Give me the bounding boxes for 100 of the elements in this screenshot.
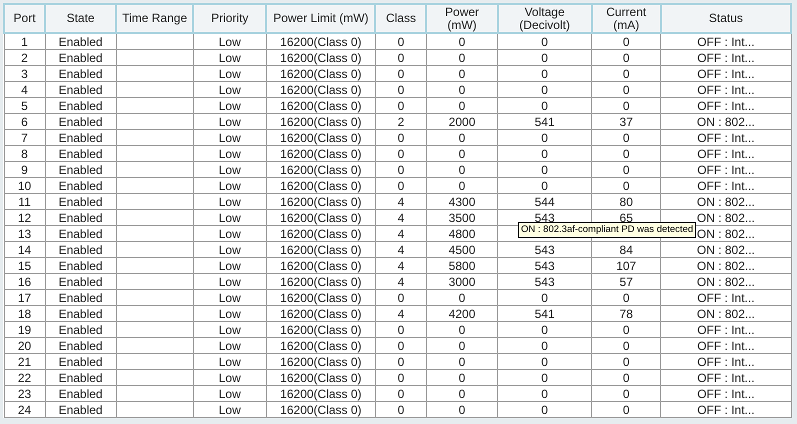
table-cell: 19	[4, 322, 46, 338]
table-cell: OFF : Int...	[660, 162, 791, 178]
table-cell: 16200(Class 0)	[266, 210, 376, 226]
table-cell: Enabled	[45, 162, 116, 178]
table-cell: 0	[592, 50, 661, 66]
table-cell: 16200(Class 0)	[266, 258, 376, 274]
table-cell: Enabled	[45, 402, 116, 418]
table-cell: 24	[4, 402, 46, 418]
table-cell: 0	[498, 338, 592, 354]
table-cell: 0	[592, 338, 661, 354]
table-cell: Low	[193, 50, 266, 66]
table-cell: 543	[498, 274, 592, 290]
table-cell: OFF : Int...	[660, 290, 791, 306]
table-cell: ON : 802...	[660, 242, 791, 258]
table-cell: Low	[193, 146, 266, 162]
table-cell: Enabled	[45, 354, 116, 370]
column-header: Current (mA)	[592, 4, 661, 33]
column-header: Class	[375, 4, 426, 33]
table-cell: 6	[4, 114, 46, 130]
table-cell: 0	[498, 386, 592, 402]
table-cell: Enabled	[45, 306, 116, 322]
table-cell: Low	[193, 178, 266, 194]
table-cell: 14	[4, 242, 46, 258]
table-cell: 15	[4, 258, 46, 274]
table-cell: Enabled	[45, 322, 116, 338]
column-header: Time Range	[116, 4, 194, 33]
table-cell: 4800	[426, 226, 498, 242]
table-cell: 0	[498, 162, 592, 178]
table-cell: OFF : Int...	[660, 130, 791, 146]
table-cell: 0	[498, 146, 592, 162]
table-cell: Enabled	[45, 210, 116, 226]
table-cell: 0	[498, 402, 592, 418]
table-cell: 0	[592, 354, 661, 370]
table-cell: 20	[4, 338, 46, 354]
table-cell: Enabled	[45, 146, 116, 162]
table-cell: 18	[4, 306, 46, 322]
table-cell: OFF : Int...	[660, 66, 791, 82]
table-cell: Enabled	[45, 130, 116, 146]
table-cell: 0	[375, 146, 426, 162]
table-cell: 543	[498, 258, 592, 274]
column-header: Status	[660, 4, 791, 33]
table-cell: 0	[426, 354, 498, 370]
table-cell: 5	[4, 98, 46, 114]
table-cell: 16200(Class 0)	[266, 66, 376, 82]
table-cell: Low	[193, 82, 266, 98]
table-cell: 16200(Class 0)	[266, 33, 376, 50]
table-cell: 0	[426, 146, 498, 162]
table-cell: 0	[592, 98, 661, 114]
table-cell: 0	[498, 66, 592, 82]
table-cell: 16200(Class 0)	[266, 370, 376, 386]
table-cell: 21	[4, 354, 46, 370]
table-cell: Enabled	[45, 50, 116, 66]
table-cell: 78	[592, 306, 661, 322]
table-cell: 0	[375, 66, 426, 82]
table-cell: 0	[592, 402, 661, 418]
table-cell: Low	[193, 386, 266, 402]
table-cell: 16200(Class 0)	[266, 226, 376, 242]
table-cell: 4	[375, 274, 426, 290]
column-header: Voltage (Decivolt)	[498, 4, 592, 33]
table-cell: Low	[193, 114, 266, 130]
table-cell: 0	[592, 82, 661, 98]
table-cell: 7	[4, 130, 46, 146]
table-cell: 16200(Class 0)	[266, 402, 376, 418]
table-cell: 4300	[426, 194, 498, 210]
table-cell: Low	[193, 194, 266, 210]
table-cell: 0	[592, 178, 661, 194]
table-cell: 4	[4, 82, 46, 98]
table-cell: 0	[426, 290, 498, 306]
table-cell: 0	[498, 130, 592, 146]
table-cell: 0	[426, 338, 498, 354]
table-cell: OFF : Int...	[660, 338, 791, 354]
table-cell: Low	[193, 290, 266, 306]
table-cell: 4	[375, 258, 426, 274]
table-cell: Enabled	[45, 226, 116, 242]
table-cell: 107	[592, 258, 661, 274]
table-cell: 16	[4, 274, 46, 290]
table-cell: 0	[375, 162, 426, 178]
table-cell: 544	[498, 194, 592, 210]
table-cell: 0	[592, 130, 661, 146]
table-cell: 3000	[426, 274, 498, 290]
table-cell: OFF : Int...	[660, 98, 791, 114]
table-cell: OFF : Int...	[660, 82, 791, 98]
table-cell: 0	[426, 130, 498, 146]
table-cell: 16200(Class 0)	[266, 82, 376, 98]
table-cell: 541	[498, 114, 592, 130]
table-cell: 0	[592, 322, 661, 338]
table-cell: 16200(Class 0)	[266, 354, 376, 370]
table-cell: 0	[498, 98, 592, 114]
table-cell: 57	[592, 274, 661, 290]
table-cell: 3	[4, 66, 46, 82]
table-cell: 16200(Class 0)	[266, 162, 376, 178]
table-cell: 4	[375, 242, 426, 258]
table-cell: Low	[193, 98, 266, 114]
table-cell: 16200(Class 0)	[266, 178, 376, 194]
table-cell: Enabled	[45, 274, 116, 290]
table-cell: Low	[193, 370, 266, 386]
table-cell: 0	[375, 338, 426, 354]
table-cell: Enabled	[45, 194, 116, 210]
table-cell: 0	[375, 322, 426, 338]
table-cell: 8	[4, 146, 46, 162]
